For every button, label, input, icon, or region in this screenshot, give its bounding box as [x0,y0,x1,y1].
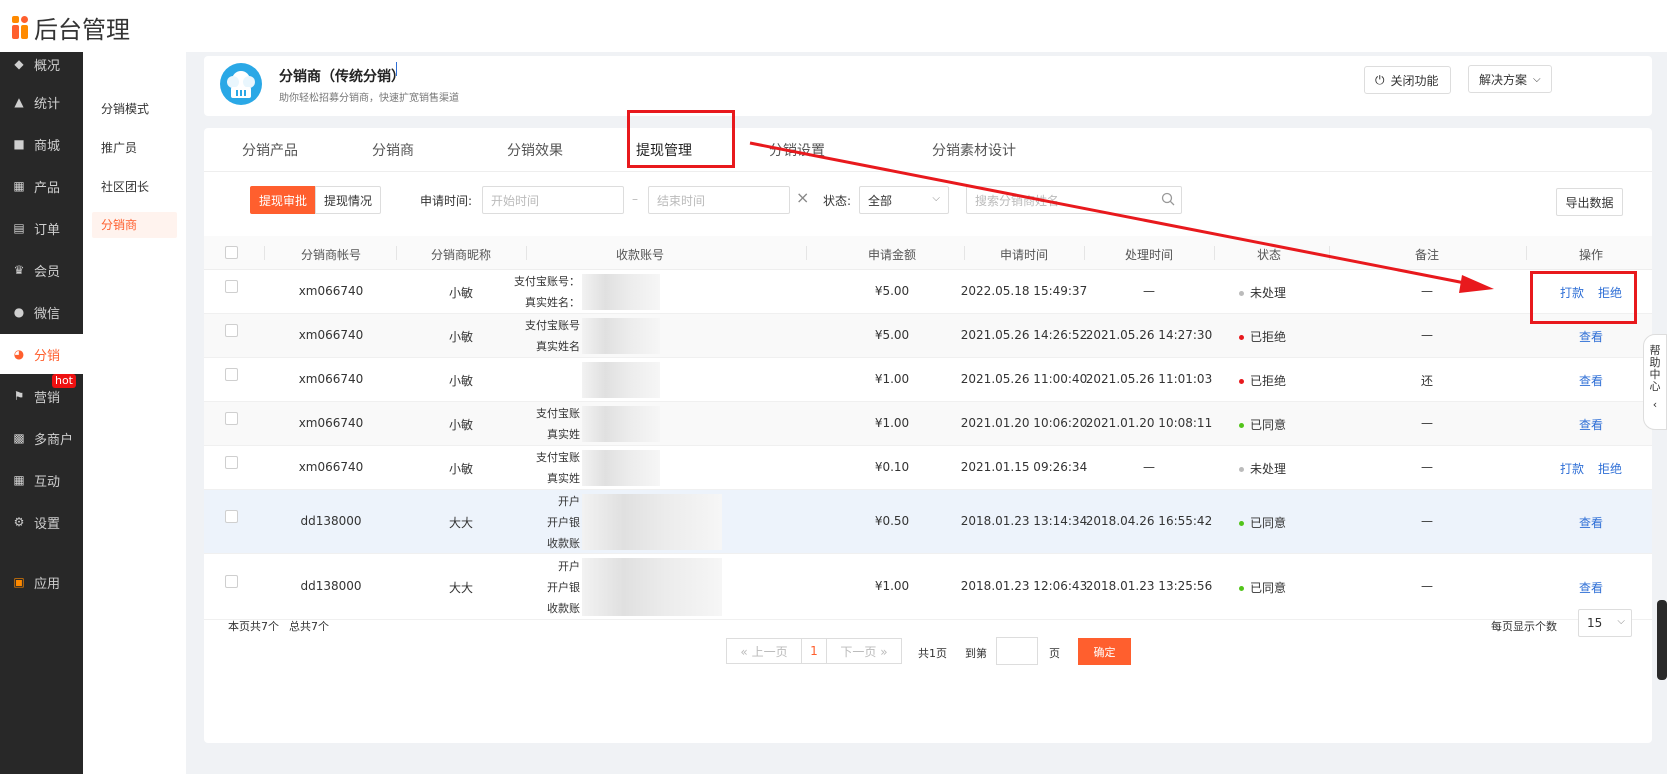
help-center-tab[interactable]: 帮助中心 ‹ [1643,334,1667,430]
logo-icon [12,15,30,40]
top-bar: 后台管理 [0,0,1667,52]
app-logo[interactable]: 后台管理 [12,10,130,45]
chevron-left-icon: ‹ [1652,398,1658,411]
app-title: 后台管理 [34,16,130,44]
annotation-arrow [749,141,1494,293]
side-scroll-widget[interactable] [1657,600,1667,680]
